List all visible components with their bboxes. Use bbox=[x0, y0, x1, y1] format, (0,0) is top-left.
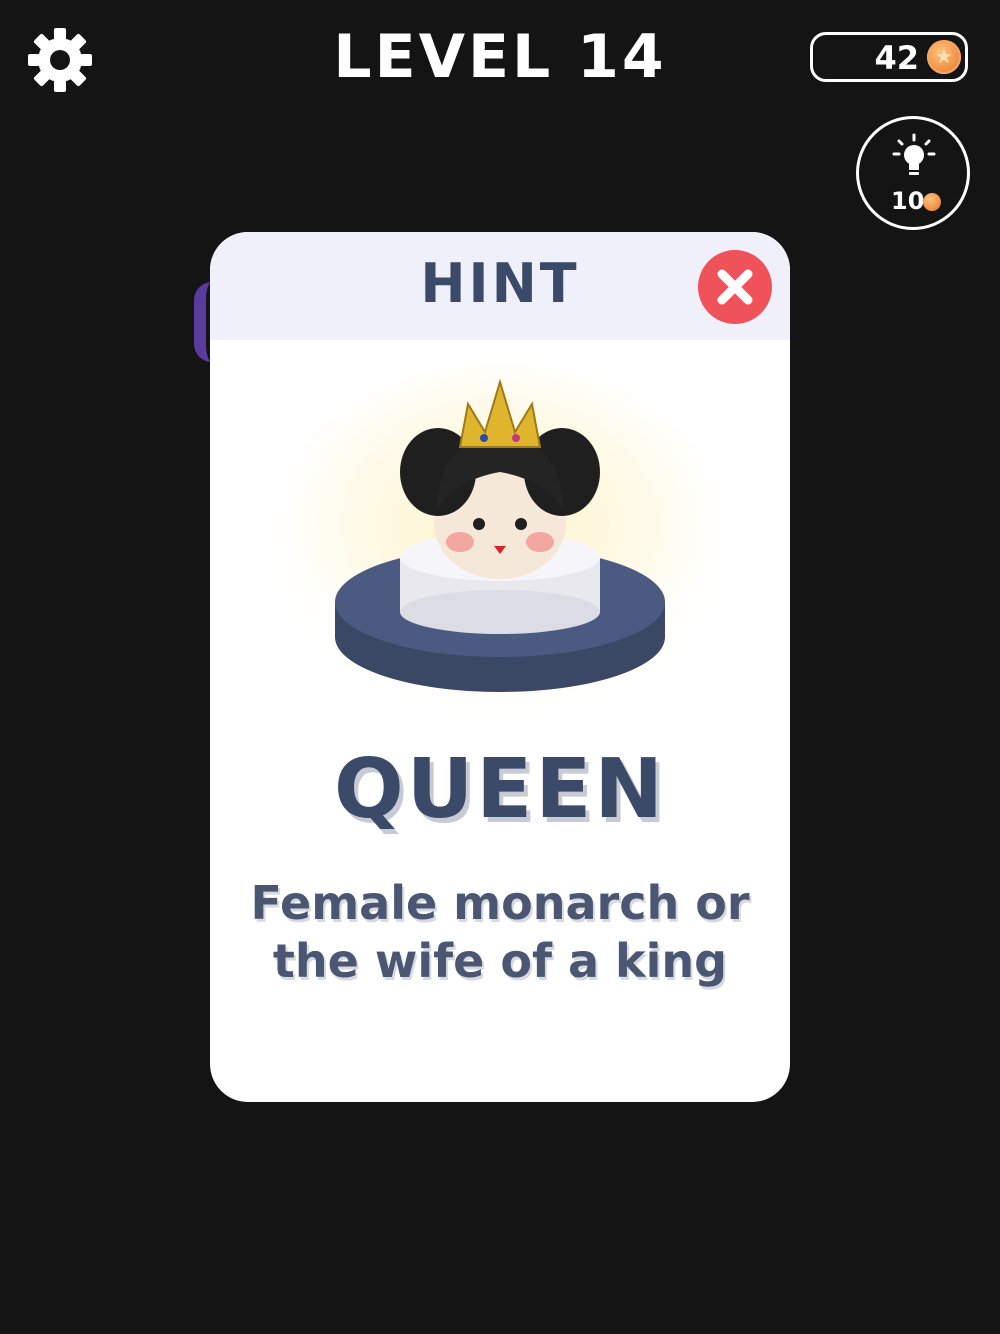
hint-button[interactable]: 10 bbox=[856, 116, 970, 230]
hint-modal-header: HINT bbox=[210, 232, 790, 340]
coin-icon bbox=[923, 193, 941, 211]
coin-icon bbox=[927, 40, 961, 74]
close-button[interactable] bbox=[698, 250, 772, 324]
hint-description: Female monarch or the wife of a king bbox=[250, 876, 750, 988]
queen-illustration bbox=[270, 362, 730, 722]
top-bar: LEVEL 14 42 10 bbox=[0, 0, 1000, 230]
hint-cost: 10 bbox=[891, 187, 925, 215]
coin-count: 42 bbox=[874, 39, 919, 77]
answer-word: QUEEN bbox=[334, 742, 666, 837]
close-icon bbox=[717, 269, 753, 305]
lightbulb-icon bbox=[892, 133, 936, 175]
hint-modal: HINT QUEEN Female monarch or the wife of… bbox=[210, 232, 790, 1102]
coin-balance[interactable]: 42 bbox=[810, 32, 968, 82]
